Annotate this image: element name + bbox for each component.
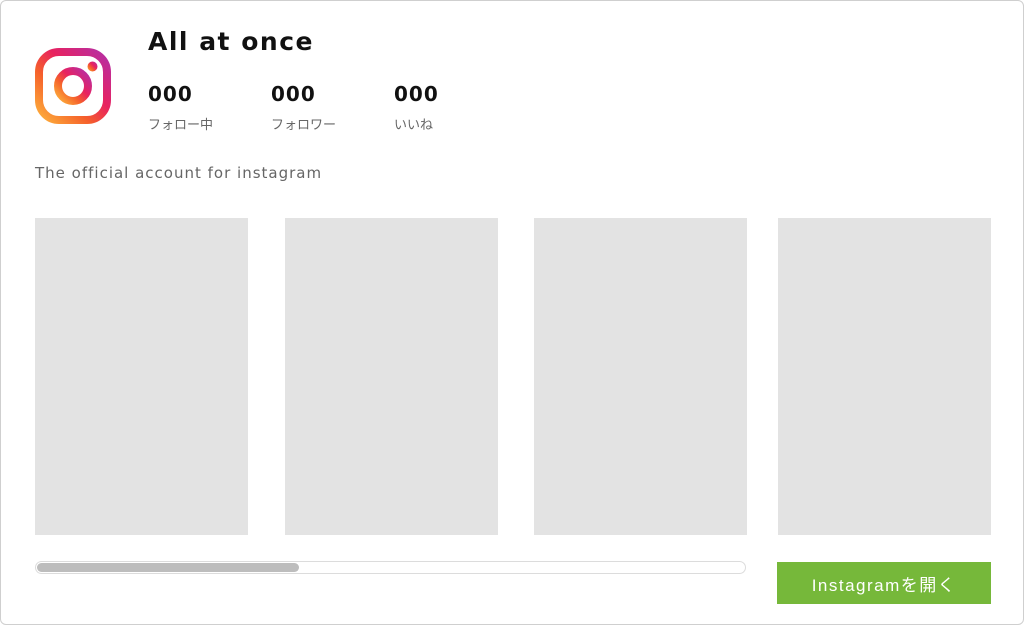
account-bio: The official account for instagram	[35, 164, 323, 182]
account-name: All at once	[148, 27, 314, 56]
horizontal-scrollbar[interactable]	[35, 561, 746, 574]
stat-following: 000 フォロー中	[148, 82, 258, 134]
followers-label: フォロワー	[271, 118, 337, 133]
instagram-logo-icon[interactable]	[35, 48, 111, 124]
post-thumbnail[interactable]	[778, 218, 991, 535]
scrollbar-thumb[interactable]	[37, 563, 299, 572]
following-count: 000	[148, 82, 193, 106]
likes-label: いいね	[394, 118, 434, 133]
post-thumbnail[interactable]	[35, 218, 248, 535]
open-instagram-button[interactable]: Instagramを開く	[777, 562, 991, 604]
followers-count: 000	[271, 82, 316, 106]
stat-followers: 000 フォロワー	[271, 82, 381, 134]
stat-likes: 000 いいね	[394, 82, 504, 134]
instagram-widget-card: All at once 000 フォロー中 000 フォロワー 000 いいね …	[0, 0, 1024, 625]
following-label: フォロー中	[148, 118, 214, 133]
likes-count: 000	[394, 82, 439, 106]
post-thumbnail[interactable]	[285, 218, 498, 535]
post-thumbnail[interactable]	[534, 218, 747, 535]
